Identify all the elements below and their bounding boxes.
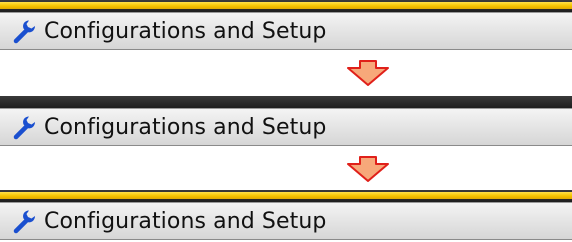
configurations-panel-2[interactable]: Configurations and Setup bbox=[0, 96, 572, 146]
configurations-panel-1[interactable]: Configurations and Setup bbox=[0, 0, 572, 50]
panel-title-bar[interactable]: Configurations and Setup bbox=[0, 202, 572, 240]
panel-header-strip bbox=[0, 0, 572, 12]
wrench-icon bbox=[13, 20, 35, 44]
panel-title-bar[interactable]: Configurations and Setup bbox=[0, 108, 572, 146]
panel-label: Configurations and Setup bbox=[44, 18, 327, 44]
down-arrow-icon bbox=[347, 156, 389, 182]
panel-label: Configurations and Setup bbox=[44, 114, 327, 140]
panel-label: Configurations and Setup bbox=[44, 208, 327, 234]
panel-header-strip bbox=[0, 190, 572, 202]
wrench-icon bbox=[13, 116, 35, 140]
configurations-panel-3[interactable]: Configurations and Setup bbox=[0, 190, 572, 242]
accent-bar bbox=[0, 192, 572, 199]
wrench-icon bbox=[13, 210, 35, 234]
down-arrow-icon bbox=[347, 60, 389, 86]
panel-title-bar[interactable]: Configurations and Setup bbox=[0, 12, 572, 50]
panel-header-strip bbox=[0, 96, 572, 108]
accent-bar bbox=[0, 2, 572, 9]
